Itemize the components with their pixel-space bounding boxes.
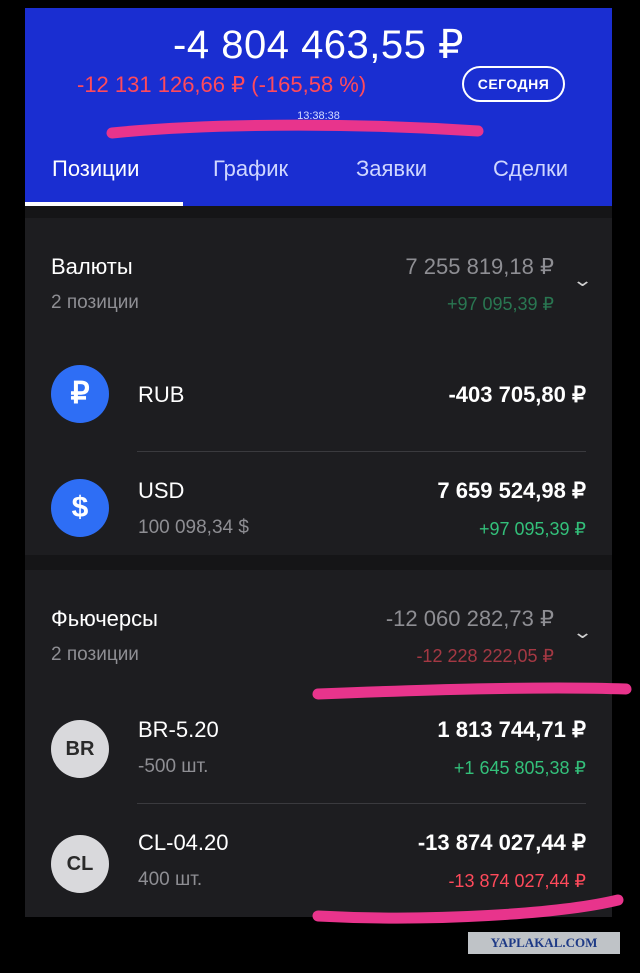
highlight-marks (106, 119, 632, 924)
site-watermark: YAPLAKAL.COM (468, 932, 620, 954)
highlight-stroke-cl (312, 894, 624, 924)
highlight-stroke-futures (312, 682, 632, 700)
highlight-stroke-header (106, 119, 484, 139)
